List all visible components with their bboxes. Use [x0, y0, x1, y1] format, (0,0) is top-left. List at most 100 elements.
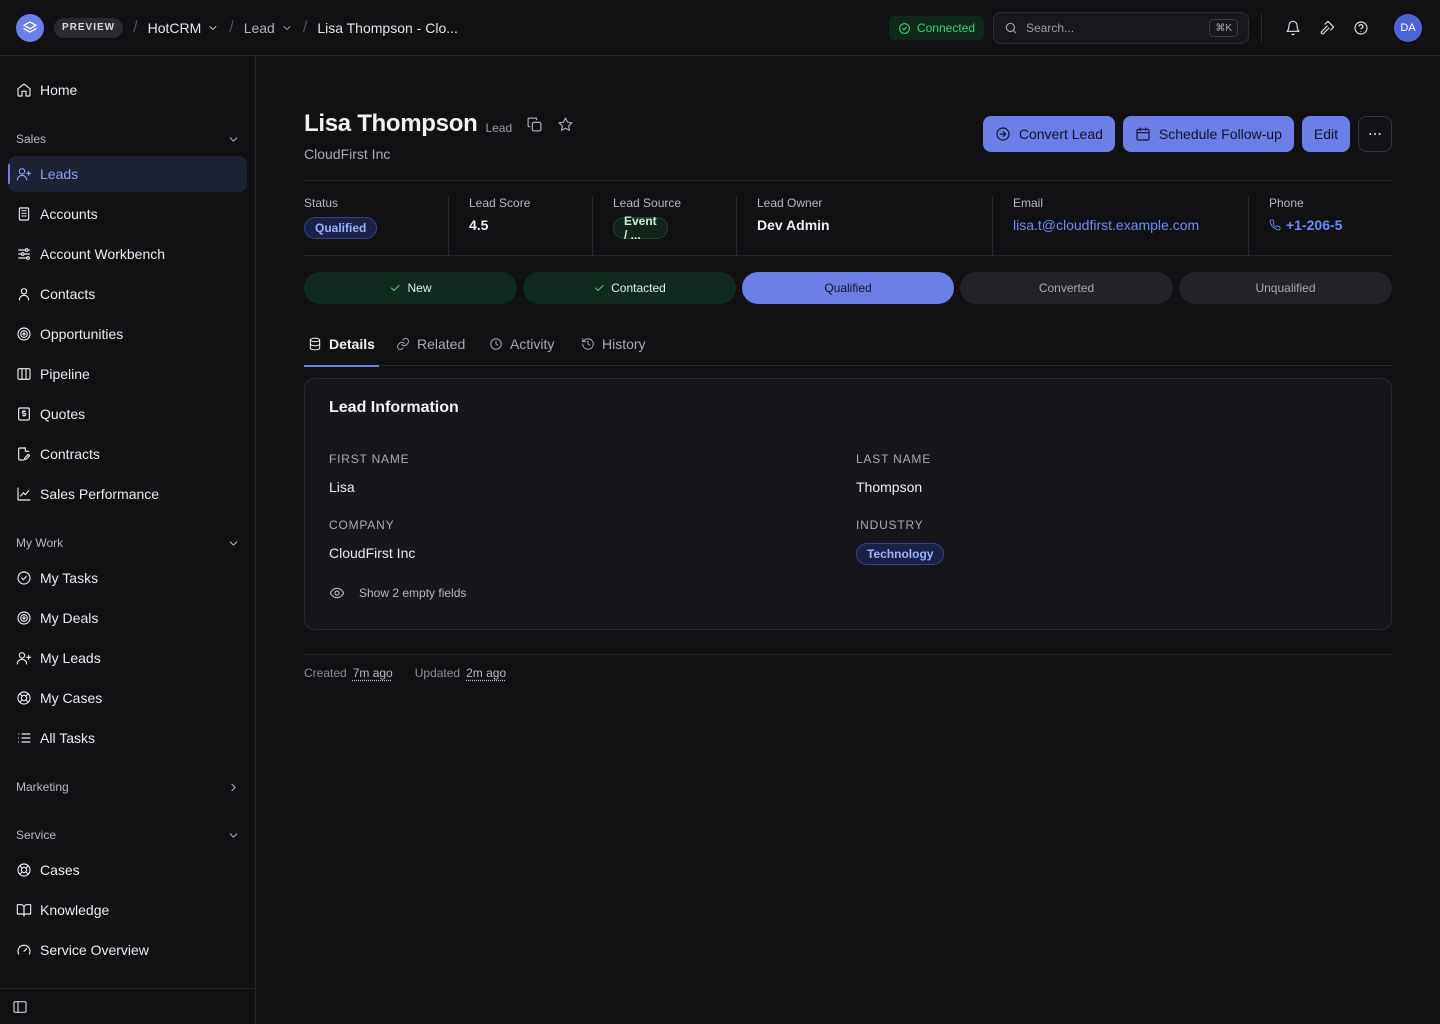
sidebar-item-contracts[interactable]: Contracts	[8, 436, 247, 472]
divider	[304, 180, 1392, 181]
bell-icon	[1286, 20, 1300, 36]
sidebar-item-account-workbench[interactable]: Account Workbench	[8, 236, 247, 272]
stage-converted[interactable]: Converted	[960, 272, 1173, 304]
edit-button[interactable]: Edit	[1301, 116, 1350, 152]
copy-button[interactable]	[526, 116, 543, 133]
connection-status-badge: Connected	[888, 16, 984, 40]
stage-unqualified[interactable]: Unqualified	[1179, 272, 1392, 304]
global-search[interactable]: Search... ⌘K	[993, 12, 1249, 44]
eye-icon	[329, 587, 345, 599]
book-open-icon	[16, 904, 32, 917]
phone-link[interactable]: +1-206-5	[1269, 217, 1342, 233]
tab-related[interactable]: Related	[396, 328, 465, 366]
email-link[interactable]: lisa.t@cloudfirst.example.com	[1013, 217, 1199, 233]
tab-label: Details	[329, 336, 375, 352]
tab-label: History	[602, 336, 646, 352]
favorite-button[interactable]	[557, 116, 574, 133]
phone-icon	[1269, 219, 1281, 231]
sidebar-item-opportunities[interactable]: Opportunities	[8, 316, 247, 352]
schedule-follow-up-button[interactable]: Schedule Follow-up	[1122, 116, 1294, 152]
record-type-label: Lead	[485, 121, 513, 135]
sidebar-item-label: My Deals	[40, 610, 99, 626]
stage-label: Unqualified	[1255, 281, 1316, 295]
sidebar-item-sales-performance[interactable]: Sales Performance	[8, 476, 247, 512]
sidebar-group-label: Marketing	[16, 780, 69, 794]
divider	[1261, 14, 1262, 42]
columns-icon	[17, 368, 31, 380]
more-horizontal-icon	[1369, 133, 1381, 135]
lead-score-label: Lead Score	[469, 196, 531, 210]
sidebar-item-pipeline[interactable]: Pipeline	[8, 356, 247, 392]
sidebar-footer	[0, 988, 255, 1024]
divider	[592, 196, 593, 256]
sidebar-group-label: My Work	[16, 536, 64, 550]
sidebar-group-my-work[interactable]: My Work	[16, 533, 240, 553]
sidebar-item-leads[interactable]: Leads	[8, 156, 247, 192]
clock-icon	[490, 338, 502, 350]
calendar-icon	[1136, 127, 1150, 141]
help-button[interactable]	[1344, 20, 1378, 36]
sidebar-item-my-leads[interactable]: My Leads	[8, 640, 247, 676]
sidebar-group-service[interactable]: Service	[16, 825, 240, 845]
sidebar-item-home[interactable]: Home	[8, 72, 247, 108]
app-logo[interactable]	[16, 13, 44, 42]
created-label: Created	[304, 666, 347, 680]
receipt-icon	[18, 407, 30, 421]
home-icon	[17, 83, 31, 97]
first-name-label: FIRST NAME	[329, 452, 410, 466]
stage-contacted[interactable]: Contacted	[523, 272, 736, 304]
sidebar-item-cases[interactable]: Cases	[8, 852, 247, 888]
sidebar-item-knowledge[interactable]: Knowledge	[8, 892, 247, 928]
tab-label: Activity	[510, 336, 555, 352]
email-label: Email	[1013, 196, 1044, 210]
tab-details[interactable]: Details	[304, 328, 379, 367]
company-label: COMPANY	[329, 518, 395, 532]
created-timestamp[interactable]: 7m ago	[353, 666, 393, 680]
breadcrumb-separator: /	[302, 18, 308, 36]
schedule-follow-up-label: Schedule Follow-up	[1158, 126, 1282, 142]
sidebar-item-contacts[interactable]: Contacts	[8, 276, 247, 312]
sidebar-toggle-button[interactable]	[12, 999, 28, 1015]
sidebar-item-my-cases[interactable]: My Cases	[8, 680, 247, 716]
tab-activity[interactable]: Activity	[489, 328, 554, 366]
tab-history[interactable]: History	[581, 328, 646, 366]
notifications-button[interactable]	[1276, 20, 1310, 36]
chevron-down-icon	[283, 25, 291, 30]
sidebar-item-label: Cases	[40, 862, 80, 878]
sidebar-group-sales[interactable]: Sales	[16, 129, 240, 149]
tools-button[interactable]	[1310, 20, 1344, 36]
sidebar-item-accounts[interactable]: Accounts	[8, 196, 247, 232]
file-signature-icon	[18, 447, 31, 461]
updated-timestamp[interactable]: 2m ago	[466, 666, 506, 680]
chevron-down-icon	[229, 136, 238, 142]
sidebar-item-my-deals[interactable]: My Deals	[8, 600, 247, 636]
sidebar-item-label: My Leads	[40, 650, 101, 666]
sidebar-group-marketing[interactable]: Marketing	[16, 777, 240, 797]
history-icon	[582, 338, 594, 350]
star-icon	[558, 117, 573, 131]
sidebar-item-quotes[interactable]: Quotes	[8, 396, 247, 432]
divider	[304, 654, 1392, 655]
sidebar-item-label: Account Workbench	[40, 246, 166, 262]
sidebar-item-my-tasks[interactable]: My Tasks	[8, 560, 247, 596]
lead-score-value: 4.5	[469, 217, 489, 233]
company-value: CloudFirst Inc	[329, 545, 416, 561]
breadcrumb-app[interactable]: HotCRM	[148, 20, 220, 36]
convert-lead-button[interactable]: Convert Lead	[982, 116, 1115, 152]
record-meta: Created 7m ago Updated 2m ago	[304, 666, 506, 680]
sidebar-item-label: My Tasks	[40, 570, 99, 586]
sidebar-item-label: Sales Performance	[40, 486, 160, 502]
breadcrumb-object[interactable]: Lead	[244, 20, 293, 36]
show-empty-fields-button[interactable]: Show 2 empty fields	[329, 585, 466, 601]
user-avatar[interactable]: DA	[1394, 14, 1422, 42]
sidebar-item-all-tasks[interactable]: All Tasks	[8, 720, 247, 756]
stage-qualified[interactable]: Qualified	[742, 272, 954, 304]
breadcrumb-app-label: HotCRM	[147, 19, 202, 36]
sidebar-item-service-overview[interactable]: Service Overview	[8, 932, 247, 968]
check-circle-icon	[17, 571, 31, 585]
more-actions-button[interactable]	[1358, 116, 1392, 152]
stage-new[interactable]: New	[304, 272, 517, 304]
panel-left-icon	[13, 1000, 27, 1013]
chevron-down-icon	[229, 832, 238, 838]
